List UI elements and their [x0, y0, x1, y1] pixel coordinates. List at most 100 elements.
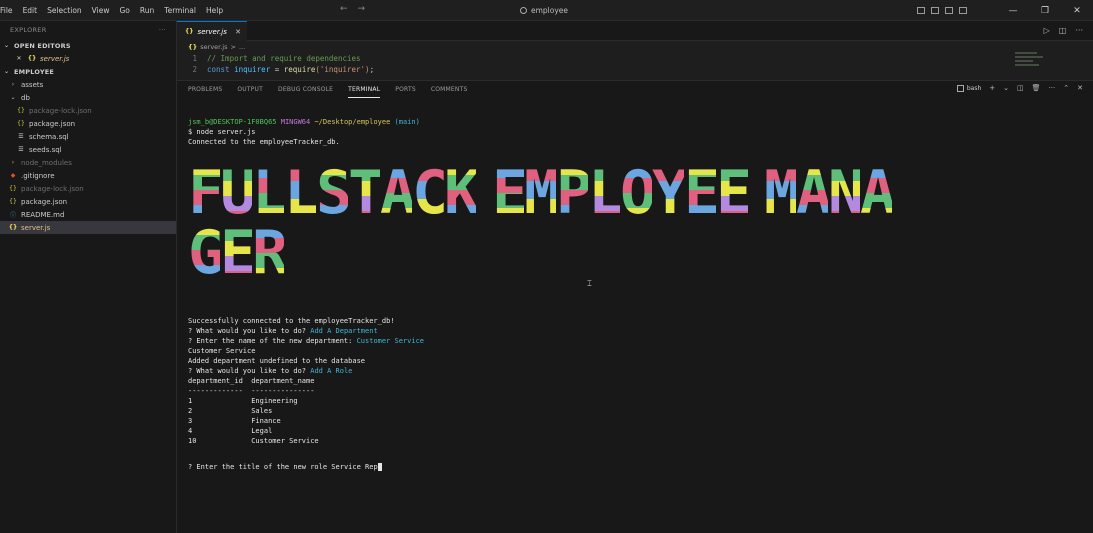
tab-server-js[interactable]: {} server.js ✕ — [177, 21, 247, 41]
breadcrumb: {} server.js > ... — [188, 43, 245, 51]
tab-ports[interactable]: PORTS — [395, 81, 416, 98]
terminal-command: $ node server.js — [188, 128, 256, 136]
menu-item-file[interactable]: File — [0, 6, 18, 15]
code-semicolon: ; — [369, 65, 375, 74]
project-section[interactable]: ⌄ EMPLOYEE — [0, 65, 176, 78]
file-tree-item[interactable]: {} package-lock.json — [0, 104, 176, 117]
more-actions-icon[interactable]: ··· — [1049, 84, 1056, 92]
prompt-question: ? What would you like to do? — [188, 367, 307, 375]
tab-terminal[interactable]: TERMINAL — [348, 81, 381, 98]
chevron-down-icon[interactable]: ⌄ — [1003, 84, 1009, 92]
menu-item-edit[interactable]: Edit — [18, 6, 43, 15]
terminal-output[interactable]: jsm_b@DESKTOP-1F0BQ65 MINGW64 ~/Desktop/… — [188, 117, 1068, 147]
file-tree-item[interactable]: ⌄ db — [0, 91, 176, 104]
split-terminal-icon[interactable]: ◫ — [1017, 84, 1024, 92]
trash-icon[interactable]: 🗑 — [1032, 84, 1041, 92]
more-actions-icon[interactable]: ··· — [1075, 26, 1083, 35]
menu-item-view[interactable]: View — [87, 6, 115, 15]
close-tab-icon[interactable]: ✕ — [235, 28, 241, 36]
banner-glyph: N — [828, 158, 865, 228]
tab-output[interactable]: OUTPUT — [237, 81, 263, 98]
open-editors-section[interactable]: ⌄ OPEN EDITORS — [0, 39, 176, 52]
minimize-icon[interactable]: — — [997, 6, 1029, 16]
maximize-panel-icon[interactable]: ⌃ — [1063, 84, 1069, 92]
open-editor-item[interactable]: ✕ {} server.js — [0, 52, 176, 65]
tab-debug-console[interactable]: DEBUG CONSOLE — [278, 81, 333, 98]
terminal-line: ? What would you like to do? Add A Depar… — [188, 326, 1068, 336]
banner-glyph: U — [220, 158, 257, 228]
menu-item-terminal[interactable]: Terminal — [159, 6, 201, 15]
menu-item-run[interactable]: Run — [135, 6, 159, 15]
menu-item-selection[interactable]: Selection — [42, 6, 87, 15]
database-icon: ☰ — [18, 133, 24, 140]
file-name: assets — [21, 80, 44, 89]
json-file-icon: {} — [9, 198, 17, 205]
banner-line-1: FULLSTACK EMPLOYEE MANAFULLSTACKEMPLOYEE… — [188, 158, 897, 228]
file-name: schema.sql — [29, 132, 69, 141]
file-tree-item[interactable]: {} package.json — [0, 117, 176, 130]
file-name: node_modules — [21, 158, 72, 167]
file-tree-item[interactable]: ☰ schema.sql — [0, 130, 176, 143]
toggle-secondary-sidebar-icon[interactable] — [945, 7, 953, 14]
terminal-selector[interactable]: bash — [956, 84, 981, 92]
menu-item-go[interactable]: Go — [114, 6, 134, 15]
terminal-line: 4 Legal — [188, 427, 273, 435]
command-center-search[interactable]: employee — [520, 4, 620, 17]
back-arrow-icon[interactable]: ← — [340, 4, 348, 14]
code-editor[interactable]: 1 // Import and require dependencies 2 c… — [177, 53, 1007, 75]
file-name: package-lock.json — [29, 106, 92, 115]
explorer-header: EXPLORER ··· — [0, 21, 176, 39]
prompt-answer: Add A Role — [310, 367, 353, 375]
code-comment: // Import and require dependencies — [207, 54, 361, 63]
file-tree-item[interactable]: › assets — [0, 78, 176, 91]
file-tree-item[interactable]: {} server.js — [0, 221, 176, 234]
menu-item-help[interactable]: Help — [201, 6, 228, 15]
banner-glyph: E — [220, 218, 257, 288]
close-panel-icon[interactable]: ✕ — [1077, 84, 1083, 92]
run-icon[interactable]: ▷ — [1044, 26, 1050, 35]
file-tree-item[interactable]: ☰ seeds.sql — [0, 143, 176, 156]
file-tree-item[interactable]: {} package.json — [0, 195, 176, 208]
file-tree-item[interactable]: {} package-lock.json — [0, 182, 176, 195]
more-actions-icon[interactable]: ··· — [159, 26, 166, 34]
breadcrumb-symbol[interactable]: ... — [239, 43, 245, 51]
tab-comments[interactable]: COMMENTS — [431, 81, 468, 98]
banner-glyph: A — [380, 158, 417, 228]
banner-glyph: L — [284, 158, 321, 228]
terminal-line: ? Enter the name of the new department: … — [188, 336, 1068, 346]
file-name: package.json — [29, 119, 76, 128]
file-tree-item[interactable]: ◆ .gitignore — [0, 169, 176, 182]
forward-arrow-icon[interactable]: → — [358, 4, 366, 14]
minimap[interactable] — [1015, 52, 1045, 72]
terminal-line: ? Enter the title of the new role Servic… — [188, 462, 1068, 472]
new-terminal-icon[interactable]: + — [989, 84, 995, 92]
file-tree-item[interactable]: ⓘ README.md — [0, 208, 176, 221]
prompt-question: ? Enter the title of the new role — [188, 463, 328, 471]
split-editor-icon[interactable]: ◫ — [1059, 26, 1067, 35]
banner-glyph: T — [348, 158, 385, 228]
prompt-answer: Add A Department — [310, 327, 378, 335]
ascii-banner: FULLSTACK EMPLOYEE MANAFULLSTACKEMPLOYEE… — [188, 158, 897, 288]
breadcrumb-file[interactable]: server.js — [200, 43, 227, 51]
banner-glyph: C — [412, 158, 449, 228]
restore-icon[interactable]: ❐ — [1029, 6, 1061, 16]
prompt-branch: (main) — [394, 118, 420, 126]
banner-glyph: A — [860, 158, 897, 228]
file-name: README.md — [21, 210, 65, 219]
toggle-sidebar-icon[interactable] — [917, 7, 925, 14]
menu-bar: File Edit Selection View Go Run Terminal Help — [0, 6, 228, 15]
close-window-icon[interactable]: ✕ — [1061, 6, 1093, 16]
close-icon[interactable]: ✕ — [14, 55, 24, 62]
prompt-answer: Service Rep — [331, 463, 378, 471]
toggle-panel-icon[interactable] — [931, 7, 939, 14]
panel-actions: bash + ⌄ ◫ 🗑 ··· ⌃ ✕ — [956, 84, 1083, 92]
prompt-question: ? What would you like to do? — [188, 327, 307, 335]
terminal-output-lines[interactable]: Successfully connected to the employeeTr… — [188, 316, 1068, 472]
banner-glyph: S — [316, 158, 353, 228]
prompt-answer: Customer Service — [356, 337, 425, 345]
customize-layout-icon[interactable] — [959, 7, 967, 14]
file-tree-item[interactable]: › node_modules — [0, 156, 176, 169]
tab-problems[interactable]: PROBLEMS — [188, 81, 222, 98]
terminal-line: 1 Engineering — [188, 397, 298, 405]
bottom-panel: PROBLEMS OUTPUT DEBUG CONSOLE TERMINAL PORTS… — [177, 80, 1093, 533]
